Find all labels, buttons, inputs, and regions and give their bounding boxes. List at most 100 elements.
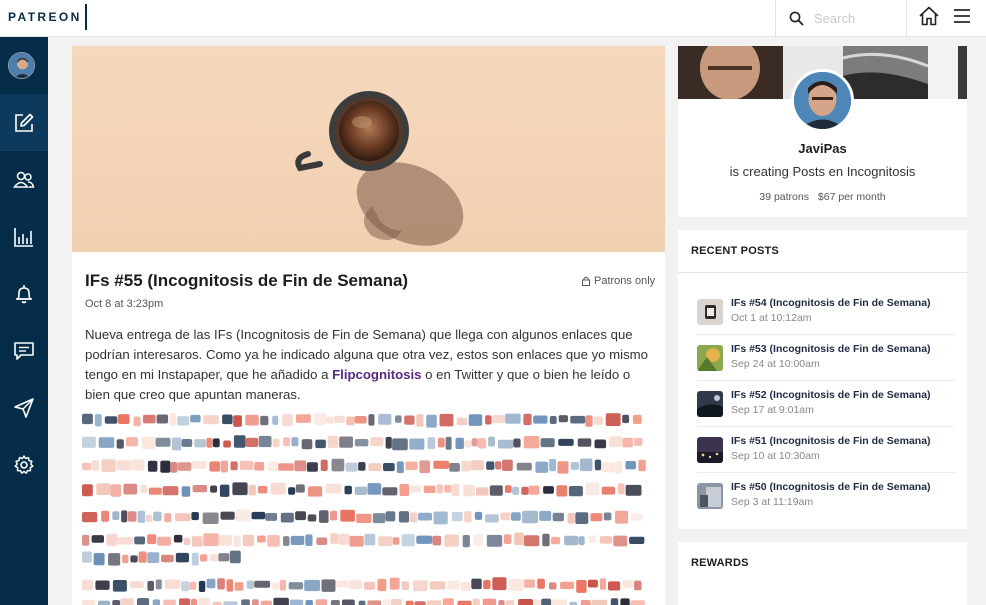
pixel-block bbox=[630, 600, 645, 605]
pixel-block bbox=[220, 511, 235, 520]
search-input[interactable] bbox=[814, 8, 902, 28]
pixel-block bbox=[389, 577, 400, 590]
flipcognitosis-link[interactable]: Flipcognitosis bbox=[332, 367, 421, 382]
pixel-block bbox=[394, 415, 402, 423]
pixel-block bbox=[638, 459, 646, 472]
pixel-block bbox=[82, 599, 96, 605]
creator-avatar[interactable] bbox=[791, 69, 854, 132]
pixel-block bbox=[632, 414, 642, 424]
pixel-block bbox=[503, 534, 512, 544]
rewards-heading: REWARDS bbox=[691, 557, 749, 569]
recent-post-item[interactable]: IFs #50 (Incognitosis de Fin de Semana) … bbox=[697, 479, 955, 525]
pixel-block bbox=[451, 484, 460, 497]
pixel-block bbox=[495, 461, 502, 470]
pixel-block bbox=[587, 579, 598, 588]
top-bar: PATREON bbox=[0, 0, 986, 37]
pixel-block bbox=[239, 460, 254, 470]
pixel-block bbox=[505, 413, 521, 424]
pixel-block bbox=[220, 460, 228, 473]
pixel-block bbox=[202, 512, 219, 524]
sidebar-item-send[interactable] bbox=[0, 379, 48, 436]
pixel-block bbox=[540, 438, 555, 448]
recent-post-item[interactable]: IFs #54 (Incognitosis de Fin de Semana) … bbox=[697, 295, 955, 341]
pixel-block bbox=[416, 535, 433, 544]
pixel-block bbox=[272, 438, 280, 448]
pixel-block bbox=[427, 437, 436, 450]
search-icon[interactable] bbox=[789, 11, 804, 26]
recent-post-item[interactable]: IFs #53 (Incognitosis de Fin de Semana) … bbox=[697, 341, 955, 387]
pixel-block bbox=[511, 512, 521, 521]
recent-post-title[interactable]: IFs #51 (Incognitosis de Fin de Semana) bbox=[731, 435, 931, 447]
pixel-block bbox=[485, 514, 499, 523]
pixel-block bbox=[156, 414, 169, 424]
pixel-block bbox=[206, 578, 216, 589]
pixel-block bbox=[112, 600, 121, 605]
pixel-block bbox=[177, 416, 190, 426]
pixel-block bbox=[230, 461, 238, 471]
pixel-block bbox=[378, 413, 392, 425]
pixel-block bbox=[447, 580, 461, 590]
pixel-block bbox=[488, 436, 495, 447]
pixel-block bbox=[354, 439, 369, 447]
pixel-block bbox=[523, 579, 535, 588]
pixel-block bbox=[528, 485, 540, 495]
pixel-block bbox=[212, 438, 220, 448]
pixel-block bbox=[157, 536, 171, 546]
pixel-block bbox=[521, 486, 529, 495]
pixel-block bbox=[618, 483, 625, 495]
recent-post-item[interactable]: IFs #52 (Incognitosis de Fin de Semana) … bbox=[697, 387, 955, 433]
sidebar-item-edit[interactable] bbox=[0, 94, 48, 151]
home-icon[interactable] bbox=[918, 5, 940, 27]
pixel-block bbox=[232, 482, 248, 496]
pixel-block bbox=[599, 536, 613, 544]
pixel-block bbox=[82, 484, 93, 497]
pixel-block bbox=[601, 486, 616, 495]
pixel-block bbox=[382, 487, 398, 496]
pixel-block bbox=[155, 579, 162, 590]
creator-name[interactable]: JaviPas bbox=[678, 141, 967, 156]
pixel-block bbox=[404, 415, 415, 425]
recent-post-item[interactable]: IFs #51 (Incognitosis de Fin de Semana) … bbox=[697, 433, 955, 479]
sidebar-item-patrons[interactable] bbox=[0, 151, 48, 208]
pixel-block bbox=[203, 415, 219, 425]
sidebar-item-settings[interactable] bbox=[0, 436, 48, 493]
pixel-block bbox=[468, 414, 483, 426]
pixel-block bbox=[130, 555, 138, 563]
recent-post-title[interactable]: IFs #54 (Incognitosis de Fin de Semana) bbox=[731, 297, 931, 309]
patreon-logo[interactable]: PATREON bbox=[8, 10, 82, 24]
pixel-block bbox=[456, 417, 468, 426]
pixel-block bbox=[333, 415, 345, 423]
pixel-block bbox=[137, 510, 146, 523]
post-date: Oct 8 at 3:23pm bbox=[85, 298, 164, 310]
pixel-block bbox=[306, 462, 318, 472]
sidebar-item-messages[interactable] bbox=[0, 322, 48, 379]
menu-icon[interactable] bbox=[953, 7, 971, 25]
recent-post-title[interactable]: IFs #52 (Incognitosis de Fin de Semana) bbox=[731, 389, 931, 401]
edit-icon bbox=[15, 113, 34, 132]
sidebar-item-notifications[interactable] bbox=[0, 265, 48, 322]
post-title[interactable]: IFs #55 (Incognitosis de Fin de Semana) bbox=[85, 271, 408, 291]
pixel-block bbox=[327, 435, 339, 448]
pixel-block bbox=[535, 461, 549, 473]
pixel-block bbox=[462, 535, 470, 548]
pixel-block bbox=[134, 536, 146, 545]
pixel-block bbox=[226, 579, 234, 592]
pixel-block bbox=[405, 461, 418, 471]
pixel-block bbox=[251, 511, 266, 520]
pixel-block bbox=[367, 483, 382, 495]
sidebar-item-insights[interactable] bbox=[0, 208, 48, 265]
recent-post-title[interactable]: IFs #50 (Incognitosis de Fin de Semana) bbox=[731, 481, 931, 493]
pixel-block bbox=[218, 535, 232, 546]
pixel-block bbox=[463, 484, 475, 497]
pixel-block bbox=[98, 600, 111, 605]
pixel-block bbox=[461, 460, 471, 472]
pixel-block bbox=[133, 416, 141, 427]
pixel-block bbox=[181, 486, 191, 497]
pixel-block bbox=[613, 535, 628, 547]
recent-post-title[interactable]: IFs #53 (Incognitosis de Fin de Semana) bbox=[731, 343, 931, 355]
pixel-block bbox=[486, 534, 503, 547]
pixel-block bbox=[254, 580, 271, 588]
pixel-block bbox=[295, 414, 311, 423]
user-avatar[interactable] bbox=[8, 52, 35, 79]
pixel-block bbox=[358, 462, 366, 471]
